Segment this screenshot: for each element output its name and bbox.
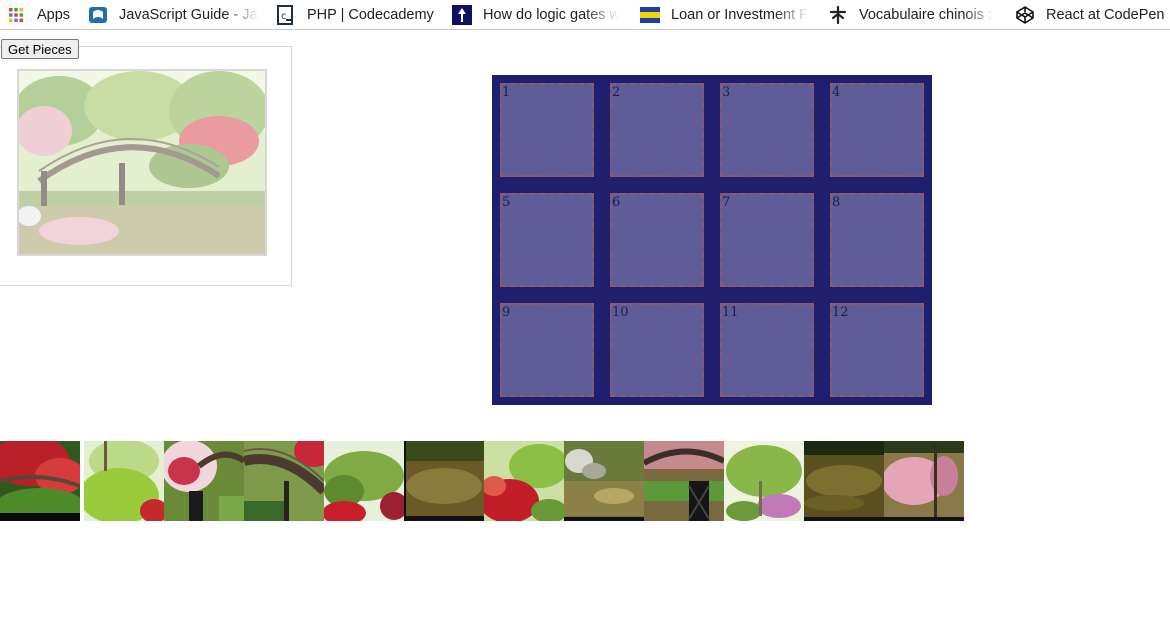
bookmark-label: Vocabulaire chinois : bbox=[859, 6, 992, 23]
puzzle-piece-bridge-arch-icon bbox=[244, 441, 324, 521]
board-cell[interactable]: 3 bbox=[720, 83, 814, 177]
puzzle-piece[interactable] bbox=[244, 441, 324, 521]
cell-number: 5 bbox=[502, 195, 511, 210]
cell-number: 4 bbox=[832, 85, 841, 100]
cell-number: 11 bbox=[722, 305, 739, 320]
board-cell[interactable]: 2 bbox=[610, 83, 704, 177]
bookmark-label: Apps bbox=[37, 6, 71, 23]
bookmarks-bar: Apps JavaScript Guide - Ja c PHP | Codec… bbox=[0, 0, 1170, 30]
bookmark-vocabulaire-chinois[interactable]: Vocabulaire chinois : bbox=[828, 0, 997, 29]
puzzle-piece-bridge-reflection-icon bbox=[644, 441, 724, 521]
cell-number: 7 bbox=[722, 195, 731, 210]
puzzle-piece[interactable] bbox=[644, 441, 724, 521]
bookmark-label: How do logic gates w bbox=[483, 6, 619, 23]
apps-grid-icon bbox=[6, 5, 26, 25]
cell-number: 6 bbox=[612, 195, 621, 210]
board-cell[interactable]: 9 bbox=[500, 303, 594, 397]
puzzle-piece-pond-reflection-icon bbox=[404, 441, 484, 521]
puzzle-piece-purple-flowers-icon bbox=[724, 441, 804, 521]
bookmark-javascript-guide[interactable]: JavaScript Guide - Ja bbox=[88, 0, 259, 29]
puzzle-piece[interactable] bbox=[324, 441, 404, 521]
puzzle-piece[interactable] bbox=[884, 441, 964, 521]
cell-number: 1 bbox=[502, 85, 511, 100]
puzzle-piece[interactable] bbox=[564, 441, 644, 521]
codecademy-icon: c bbox=[276, 4, 296, 25]
puzzle-piece[interactable] bbox=[164, 441, 244, 521]
pieces-tray bbox=[0, 441, 970, 521]
bookmark-php-codecademy[interactable]: c PHP | Codecademy bbox=[276, 0, 434, 29]
puzzle-piece[interactable] bbox=[804, 441, 884, 521]
bookmark-label: JavaScript Guide - Ja bbox=[119, 6, 258, 23]
board-cell[interactable]: 8 bbox=[830, 193, 924, 287]
puzzle-board: 1 2 3 4 5 6 7 8 9 10 11 12 bbox=[492, 75, 932, 405]
board-cell[interactable]: 6 bbox=[610, 193, 704, 287]
puzzle-piece[interactable] bbox=[724, 441, 804, 521]
puzzle-piece-red-maple-icon bbox=[0, 441, 80, 521]
bookmark-apps[interactable]: Apps bbox=[6, 0, 70, 29]
cell-number: 10 bbox=[612, 305, 629, 320]
board-cell[interactable]: 5 bbox=[500, 193, 594, 287]
puzzle-piece[interactable] bbox=[484, 441, 564, 521]
flag-icon bbox=[640, 5, 660, 25]
puzzle-piece-pink-tree-bridge-icon bbox=[164, 441, 244, 521]
board-cell[interactable]: 4 bbox=[830, 83, 924, 177]
puzzle-piece[interactable] bbox=[0, 441, 80, 521]
puzzle-piece-pink-water-icon bbox=[884, 441, 964, 521]
puzzle-piece-green-trees-icon bbox=[324, 441, 404, 521]
svg-text:c: c bbox=[281, 11, 287, 22]
cell-number: 12 bbox=[832, 305, 849, 320]
bookmark-label: React at CodePen bbox=[1046, 6, 1165, 23]
cell-number: 3 bbox=[722, 85, 731, 100]
board-cell[interactable]: 11 bbox=[720, 303, 814, 397]
bookmark-label: Loan or Investment F bbox=[671, 6, 809, 23]
puzzle-piece[interactable] bbox=[84, 441, 164, 521]
puzzle-piece-red-bush-icon bbox=[484, 441, 564, 521]
logic-gates-icon bbox=[452, 4, 472, 25]
board-cell[interactable]: 7 bbox=[720, 193, 814, 287]
codepen-icon bbox=[1015, 5, 1035, 25]
reference-image bbox=[17, 69, 267, 256]
bookmark-logic-gates[interactable]: How do logic gates w bbox=[452, 0, 619, 29]
cell-number: 9 bbox=[502, 305, 511, 320]
get-pieces-button[interactable]: Get Pieces bbox=[1, 39, 79, 59]
bookmark-label: PHP | Codecademy bbox=[307, 6, 434, 23]
board-cell[interactable]: 12 bbox=[830, 303, 924, 397]
cell-number: 8 bbox=[832, 195, 841, 210]
board-cell[interactable]: 1 bbox=[500, 83, 594, 177]
puzzle-piece-green-shrubs-icon bbox=[84, 441, 164, 521]
bookmark-react-codepen[interactable]: React at CodePen bbox=[1015, 0, 1165, 29]
chinese-char-icon bbox=[828, 5, 848, 25]
puzzle-piece-rocks-water-icon bbox=[564, 441, 644, 521]
bookmark-loan-investment[interactable]: Loan or Investment F bbox=[640, 0, 809, 29]
puzzle-piece-dark-water-icon bbox=[804, 441, 884, 521]
mdn-icon bbox=[88, 5, 108, 25]
board-cell[interactable]: 10 bbox=[610, 303, 704, 397]
puzzle-piece[interactable] bbox=[404, 441, 484, 521]
cell-number: 2 bbox=[612, 85, 621, 100]
